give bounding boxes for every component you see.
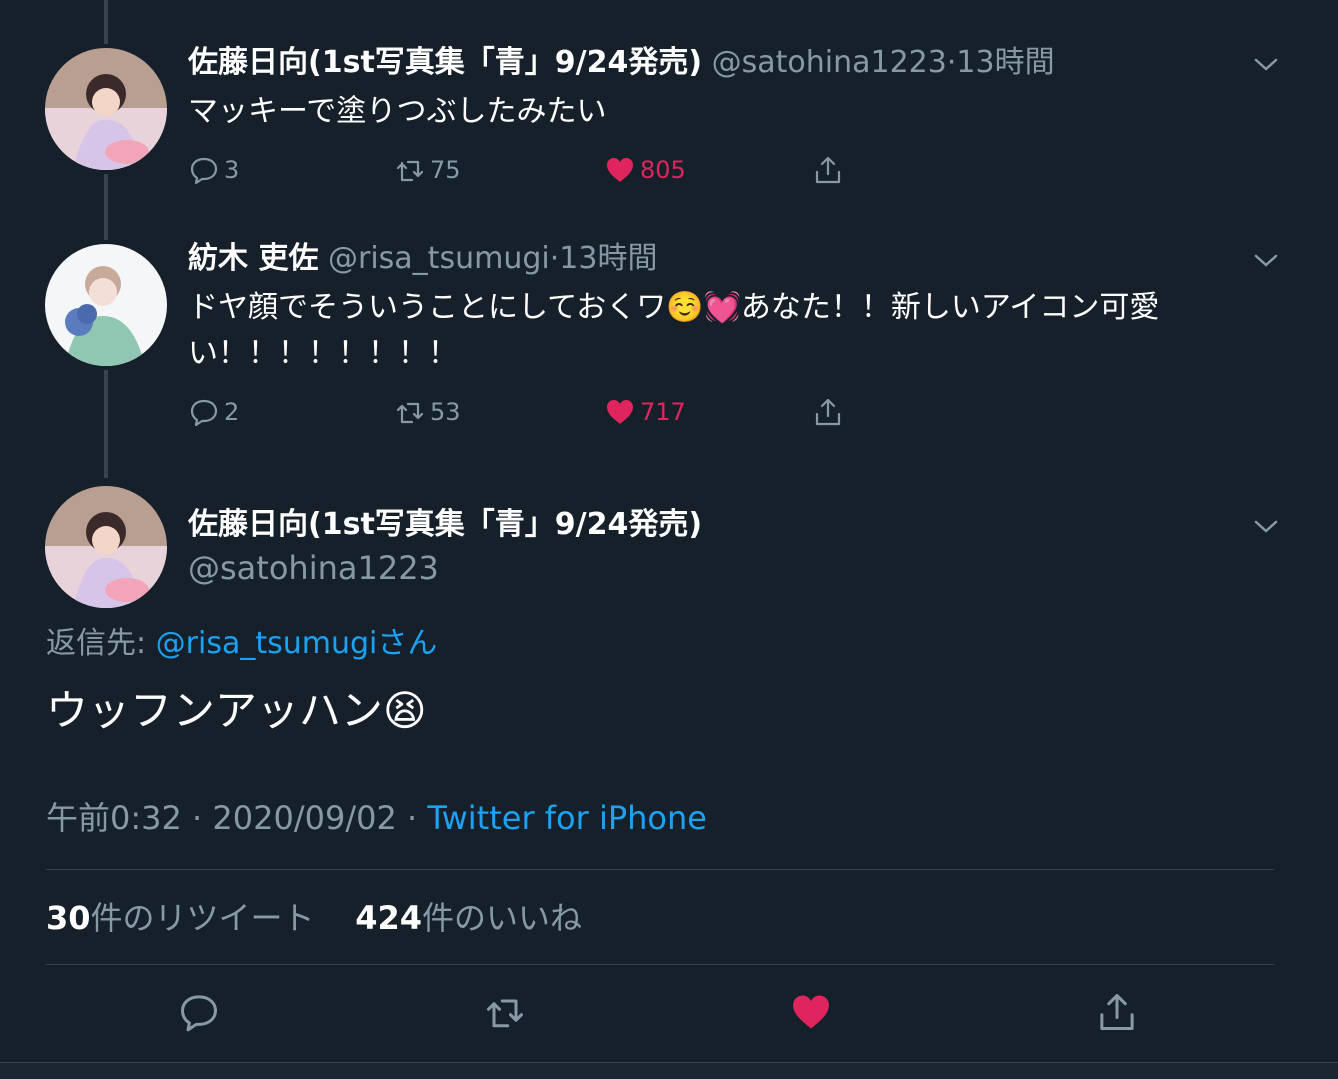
reply-icon — [190, 157, 218, 185]
tweet-time: 午前0:32 — [46, 799, 182, 837]
like-total: 424 — [355, 899, 423, 937]
timestamp[interactable]: 13時間 — [956, 45, 1054, 80]
like-stat[interactable]: 424件のいいね — [355, 899, 582, 937]
retweet-count: 53 — [430, 398, 461, 426]
bottom-bar — [0, 1062, 1338, 1079]
reply-icon — [190, 399, 218, 427]
avatar[interactable] — [45, 244, 167, 366]
heart-icon — [607, 158, 633, 182]
avatar[interactable] — [45, 48, 167, 170]
reply-suffix: さん — [377, 626, 438, 661]
reply-button[interactable]: 3 — [188, 154, 239, 186]
retweet-stat[interactable]: 30件のリツイート — [46, 899, 315, 937]
like-count: 805 — [640, 156, 686, 184]
main-action-bar — [0, 990, 1338, 1042]
separator: · — [946, 45, 957, 80]
tweet-1[interactable]: 佐藤日向(1st写真集「青」9/24発売) @satohina1223·13時間… — [188, 43, 1278, 135]
source-link[interactable]: Twitter for iPhone — [427, 799, 707, 837]
tweet-text: ドヤ顔でそういうことにしておくワ☺️💓あなた！！新しいアイコン可愛い！！！！！！… — [188, 285, 1278, 377]
share-icon — [815, 156, 841, 184]
author-handle[interactable]: @risa_tsumugi — [328, 241, 550, 276]
retweet-button[interactable]: 75 — [394, 154, 461, 186]
share-icon — [815, 398, 841, 426]
author-name[interactable]: 佐藤日向(1st写真集「青」9/24発売) — [188, 505, 702, 545]
heart-icon — [607, 400, 633, 424]
retweet-count: 75 — [430, 156, 461, 184]
tweet-date: 2020/09/02 — [212, 799, 397, 837]
chevron-down-icon[interactable] — [1250, 48, 1282, 80]
thread-line-top — [104, 0, 108, 44]
reply-count: 3 — [224, 156, 240, 184]
reply-button[interactable]: 2 — [188, 396, 239, 428]
tweet-2[interactable]: 紡木 吏佐 @risa_tsumugi·13時間 ドヤ顔でそういうことにしておく… — [188, 239, 1278, 377]
reply-icon[interactable] — [177, 990, 221, 1034]
like-stat-label: 件のいいね — [422, 899, 583, 937]
tweet-text: マッキーで塗りつぶしたみたい — [188, 94, 607, 129]
retweet-icon — [396, 160, 424, 182]
like-button[interactable]: 805 — [604, 154, 686, 186]
retweet-stat-label: 件のリツイート — [90, 899, 315, 937]
separator: · — [396, 799, 428, 837]
author-handle[interactable]: @satohina1223 — [712, 45, 947, 80]
divider — [46, 869, 1274, 870]
retweet-button[interactable]: 53 — [394, 396, 461, 428]
thread-line-2 — [104, 370, 108, 478]
author-name[interactable]: 佐藤日向(1st写真集「青」9/24発売) — [188, 45, 702, 80]
tweet-meta: 午前0:32 · 2020/09/02 · Twitter for iPhone — [46, 796, 707, 840]
share-icon[interactable] — [1095, 990, 1139, 1034]
chevron-down-icon[interactable] — [1250, 244, 1282, 276]
tired-face-emoji: 😫 — [382, 686, 427, 735]
like-button[interactable]: 717 — [604, 396, 686, 428]
engagement-stats: 30件のリツイート 424件のいいね — [46, 896, 582, 940]
chevron-down-icon[interactable] — [1250, 510, 1282, 542]
beating-heart-emoji: 💓 — [703, 290, 741, 325]
reply-to-link[interactable]: @risa_tsumugi — [156, 626, 378, 661]
tweet-text-part: ドヤ顔でそういうことにしておくワ — [188, 290, 667, 325]
reply-prefix: 返信先: — [46, 626, 156, 661]
thread-line-1 — [104, 174, 108, 240]
like-count: 717 — [640, 398, 686, 426]
smiling-face-emoji: ☺️ — [666, 290, 704, 325]
main-tweet-text: ウッフンアッハン — [46, 686, 383, 735]
reply-context: 返信先: @risa_tsumugiさん — [46, 624, 437, 664]
share-button[interactable] — [812, 396, 844, 428]
retweet-icon — [396, 402, 424, 424]
divider — [46, 964, 1274, 965]
avatar[interactable] — [45, 486, 167, 608]
retweet-total: 30 — [46, 899, 91, 937]
reply-count: 2 — [224, 398, 240, 426]
share-button[interactable] — [812, 154, 844, 186]
author-name[interactable]: 紡木 吏佐 — [188, 241, 318, 276]
timestamp[interactable]: 13時間 — [559, 241, 657, 276]
separator: · — [181, 799, 213, 837]
tweet-text: ウッフンアッハン😫 — [46, 685, 427, 737]
separator: · — [549, 241, 560, 276]
retweet-icon[interactable] — [483, 990, 527, 1034]
author-handle[interactable]: @satohina1223 — [188, 548, 439, 588]
heart-icon[interactable] — [789, 990, 833, 1034]
